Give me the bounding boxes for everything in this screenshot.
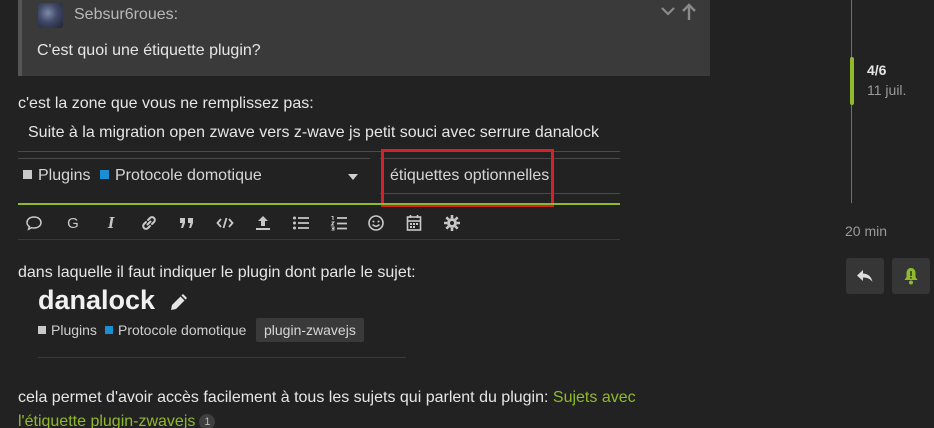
composer-divider [18,203,620,205]
chat-bubble-icon[interactable] [22,212,46,234]
paragraph-text: cela permet d'avoir accès facilement à t… [18,389,553,406]
pencil-icon[interactable] [168,291,190,313]
category-badge-plugins[interactable]: Plugins [38,322,97,338]
tag-link[interactable]: Sujets avec [553,389,636,406]
category-badge-plugins: Plugins [23,167,90,185]
reply-button[interactable] [846,258,884,294]
category-name: Plugins [38,167,91,184]
quote-icon[interactable] [175,212,199,234]
g-icon[interactable]: G [61,212,85,234]
italic-icon[interactable]: I [99,212,123,234]
tag-chip[interactable]: plugin-zwavejs [256,318,364,342]
category-name: Protocole domotique [118,322,247,338]
paragraph: dans laquelle il faut indiquer le plugin… [18,264,416,281]
timeline-date: 11 juil. [867,82,907,98]
upload-icon[interactable] [251,212,275,234]
tag-link[interactable]: l'étiquette plugin-zwavejs [18,413,195,428]
numbered-list-icon[interactable] [327,212,351,234]
category-color-square [38,326,46,335]
category-color-square [100,170,109,180]
caret-down-icon[interactable] [348,174,358,180]
category-color-square [23,170,32,180]
link-icon[interactable] [137,212,161,234]
code-icon[interactable] [213,212,237,234]
reply-icon [857,270,873,282]
calendar-icon[interactable] [402,212,426,234]
category-badge-protocole[interactable]: Protocole domotique [105,322,246,338]
timeline-handle[interactable] [850,57,854,105]
bullet-list-icon[interactable] [289,212,313,234]
emoji-icon[interactable] [364,212,388,234]
paragraph-continued: l'étiquette plugin-zwavejs 1 [18,413,216,428]
quote-username[interactable]: Sebsur6roues: [74,6,178,24]
quote-text: C'est quoi une étiquette plugin? [37,42,261,59]
topic-title: danalock [38,285,156,315]
chevron-down-icon[interactable] [660,3,676,19]
paragraph: cela permet d'avoir accès facilement à t… [18,389,636,407]
title-input[interactable]: Suite à la migration open zwave vers z-w… [28,124,599,142]
link-count-badge: 1 [199,413,216,428]
timeline-position: 4/6 [867,62,887,78]
category-color-square [105,326,113,335]
paragraph: c'est la zone que vous ne remplissez pas… [18,95,314,112]
notification-button[interactable] [892,258,930,294]
arrow-up-icon[interactable] [681,3,697,21]
category-name: Protocole domotique [115,167,262,184]
avatar[interactable] [38,3,63,28]
gear-icon[interactable] [440,212,464,234]
category-badge-protocole: Protocole domotique [100,167,262,185]
divider [38,357,406,358]
highlight-box [381,149,554,207]
timeline-last-activity[interactable]: 20 min [845,223,887,239]
category-name: Plugins [51,322,97,338]
bell-icon [904,268,918,285]
